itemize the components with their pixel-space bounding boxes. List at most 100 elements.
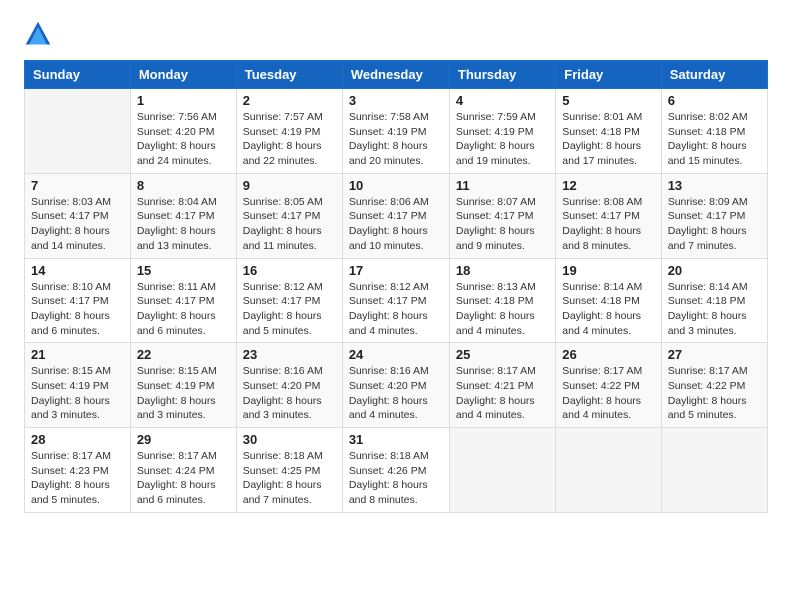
calendar-cell: 10Sunrise: 8:06 AM Sunset: 4:17 PM Dayli… [342,173,449,258]
calendar-cell [25,89,131,174]
calendar-cell: 11Sunrise: 8:07 AM Sunset: 4:17 PM Dayli… [449,173,555,258]
day-info: Sunrise: 8:02 AM Sunset: 4:18 PM Dayligh… [668,110,761,169]
day-number: 31 [349,432,443,447]
calendar-cell: 9 Sunrise: 8:05 AM Sunset: 4:17 PM Daylig… [236,173,342,258]
day-info: Sunrise: 8:16 AM Sunset: 4:20 PM Dayligh… [349,364,443,423]
day-number: 27 [668,347,761,362]
day-info: Sunrise: 8:05 AM Sunset: 4:17 PM Dayligh… [243,195,336,254]
calendar-week-5: 28 Sunrise: 8:17 AM Sunset: 4:23 PM Dayli… [25,428,768,513]
day-number: 15 [137,263,230,278]
day-info: Sunrise: 8:06 AM Sunset: 4:17 PM Dayligh… [349,195,443,254]
header-cell-thursday: Thursday [449,61,555,89]
day-number: 26 [562,347,654,362]
day-number: 25 [456,347,549,362]
calendar-body: 1 Sunrise: 7:56 AM Sunset: 4:20 PM Daylig… [25,89,768,513]
calendar-cell: 25 Sunrise: 8:17 AM Sunset: 4:21 PM Dayli… [449,343,555,428]
day-info: Sunrise: 8:18 AM Sunset: 4:26 PM Dayligh… [349,449,443,508]
calendar-cell: 17 Sunrise: 8:12 AM Sunset: 4:17 PM Dayli… [342,258,449,343]
calendar-cell: 24 Sunrise: 8:16 AM Sunset: 4:20 PM Dayli… [342,343,449,428]
logo [24,20,56,48]
day-info: Sunrise: 8:01 AM Sunset: 4:18 PM Dayligh… [562,110,654,169]
generalblue-logo-icon [24,20,52,48]
day-info: Sunrise: 7:58 AM Sunset: 4:19 PM Dayligh… [349,110,443,169]
day-info: Sunrise: 8:18 AM Sunset: 4:25 PM Dayligh… [243,449,336,508]
day-info: Sunrise: 8:12 AM Sunset: 4:17 PM Dayligh… [243,280,336,339]
header-row: SundayMondayTuesdayWednesdayThursdayFrid… [25,61,768,89]
day-info: Sunrise: 8:16 AM Sunset: 4:20 PM Dayligh… [243,364,336,423]
day-info: Sunrise: 8:17 AM Sunset: 4:23 PM Dayligh… [31,449,124,508]
day-info: Sunrise: 7:57 AM Sunset: 4:19 PM Dayligh… [243,110,336,169]
day-number: 2 [243,93,336,108]
day-number: 3 [349,93,443,108]
day-info: Sunrise: 8:17 AM Sunset: 4:21 PM Dayligh… [456,364,549,423]
calendar-cell: 28 Sunrise: 8:17 AM Sunset: 4:23 PM Dayli… [25,428,131,513]
day-number: 19 [562,263,654,278]
day-number: 12 [562,178,654,193]
day-info: Sunrise: 8:15 AM Sunset: 4:19 PM Dayligh… [31,364,124,423]
day-info: Sunrise: 8:03 AM Sunset: 4:17 PM Dayligh… [31,195,124,254]
day-number: 22 [137,347,230,362]
day-number: 6 [668,93,761,108]
calendar-cell: 21 Sunrise: 8:15 AM Sunset: 4:19 PM Dayli… [25,343,131,428]
day-info: Sunrise: 8:09 AM Sunset: 4:17 PM Dayligh… [668,195,761,254]
calendar-cell [449,428,555,513]
header-cell-tuesday: Tuesday [236,61,342,89]
day-number: 7 [31,178,124,193]
day-number: 5 [562,93,654,108]
day-number: 28 [31,432,124,447]
calendar-cell: 20 Sunrise: 8:14 AM Sunset: 4:18 PM Dayli… [661,258,767,343]
day-info: Sunrise: 7:56 AM Sunset: 4:20 PM Dayligh… [137,110,230,169]
calendar-cell: 12Sunrise: 8:08 AM Sunset: 4:17 PM Dayli… [556,173,661,258]
day-number: 20 [668,263,761,278]
calendar-cell: 16 Sunrise: 8:12 AM Sunset: 4:17 PM Dayli… [236,258,342,343]
calendar-cell: 27Sunrise: 8:17 AM Sunset: 4:22 PM Dayli… [661,343,767,428]
day-number: 29 [137,432,230,447]
day-info: Sunrise: 8:12 AM Sunset: 4:17 PM Dayligh… [349,280,443,339]
calendar-cell: 8 Sunrise: 8:04 AM Sunset: 4:17 PM Daylig… [130,173,236,258]
calendar-week-3: 14Sunrise: 8:10 AM Sunset: 4:17 PM Dayli… [25,258,768,343]
calendar-cell: 3 Sunrise: 7:58 AM Sunset: 4:19 PM Daylig… [342,89,449,174]
calendar-cell: 26 Sunrise: 8:17 AM Sunset: 4:22 PM Dayli… [556,343,661,428]
calendar-week-2: 7 Sunrise: 8:03 AM Sunset: 4:17 PM Daylig… [25,173,768,258]
day-number: 1 [137,93,230,108]
day-number: 9 [243,178,336,193]
day-info: Sunrise: 8:17 AM Sunset: 4:22 PM Dayligh… [562,364,654,423]
day-number: 16 [243,263,336,278]
day-info: Sunrise: 8:04 AM Sunset: 4:17 PM Dayligh… [137,195,230,254]
day-info: Sunrise: 8:14 AM Sunset: 4:18 PM Dayligh… [562,280,654,339]
day-number: 18 [456,263,549,278]
day-info: Sunrise: 8:10 AM Sunset: 4:17 PM Dayligh… [31,280,124,339]
header-cell-wednesday: Wednesday [342,61,449,89]
calendar-cell: 18 Sunrise: 8:13 AM Sunset: 4:18 PM Dayli… [449,258,555,343]
calendar-cell: 31 Sunrise: 8:18 AM Sunset: 4:26 PM Dayli… [342,428,449,513]
day-info: Sunrise: 8:15 AM Sunset: 4:19 PM Dayligh… [137,364,230,423]
calendar-cell: 5 Sunrise: 8:01 AM Sunset: 4:18 PM Daylig… [556,89,661,174]
day-number: 17 [349,263,443,278]
day-number: 8 [137,178,230,193]
day-info: Sunrise: 8:13 AM Sunset: 4:18 PM Dayligh… [456,280,549,339]
header-cell-sunday: Sunday [25,61,131,89]
calendar-week-4: 21 Sunrise: 8:15 AM Sunset: 4:19 PM Dayli… [25,343,768,428]
calendar-table: SundayMondayTuesdayWednesdayThursdayFrid… [24,60,768,513]
day-number: 24 [349,347,443,362]
day-number: 11 [456,178,549,193]
day-number: 21 [31,347,124,362]
calendar-header: SundayMondayTuesdayWednesdayThursdayFrid… [25,61,768,89]
calendar-cell: 4 Sunrise: 7:59 AM Sunset: 4:19 PM Daylig… [449,89,555,174]
calendar-cell: 15Sunrise: 8:11 AM Sunset: 4:17 PM Dayli… [130,258,236,343]
calendar-cell [661,428,767,513]
day-info: Sunrise: 8:17 AM Sunset: 4:24 PM Dayligh… [137,449,230,508]
calendar-cell: 14Sunrise: 8:10 AM Sunset: 4:17 PM Dayli… [25,258,131,343]
page-header [24,20,768,48]
day-info: Sunrise: 7:59 AM Sunset: 4:19 PM Dayligh… [456,110,549,169]
header-cell-saturday: Saturday [661,61,767,89]
calendar-cell: 1 Sunrise: 7:56 AM Sunset: 4:20 PM Daylig… [130,89,236,174]
calendar-cell: 29 Sunrise: 8:17 AM Sunset: 4:24 PM Dayli… [130,428,236,513]
calendar-week-1: 1 Sunrise: 7:56 AM Sunset: 4:20 PM Daylig… [25,89,768,174]
header-cell-friday: Friday [556,61,661,89]
calendar-cell: 23 Sunrise: 8:16 AM Sunset: 4:20 PM Dayli… [236,343,342,428]
day-number: 23 [243,347,336,362]
calendar-cell: 22 Sunrise: 8:15 AM Sunset: 4:19 PM Dayli… [130,343,236,428]
day-info: Sunrise: 8:14 AM Sunset: 4:18 PM Dayligh… [668,280,761,339]
day-number: 4 [456,93,549,108]
